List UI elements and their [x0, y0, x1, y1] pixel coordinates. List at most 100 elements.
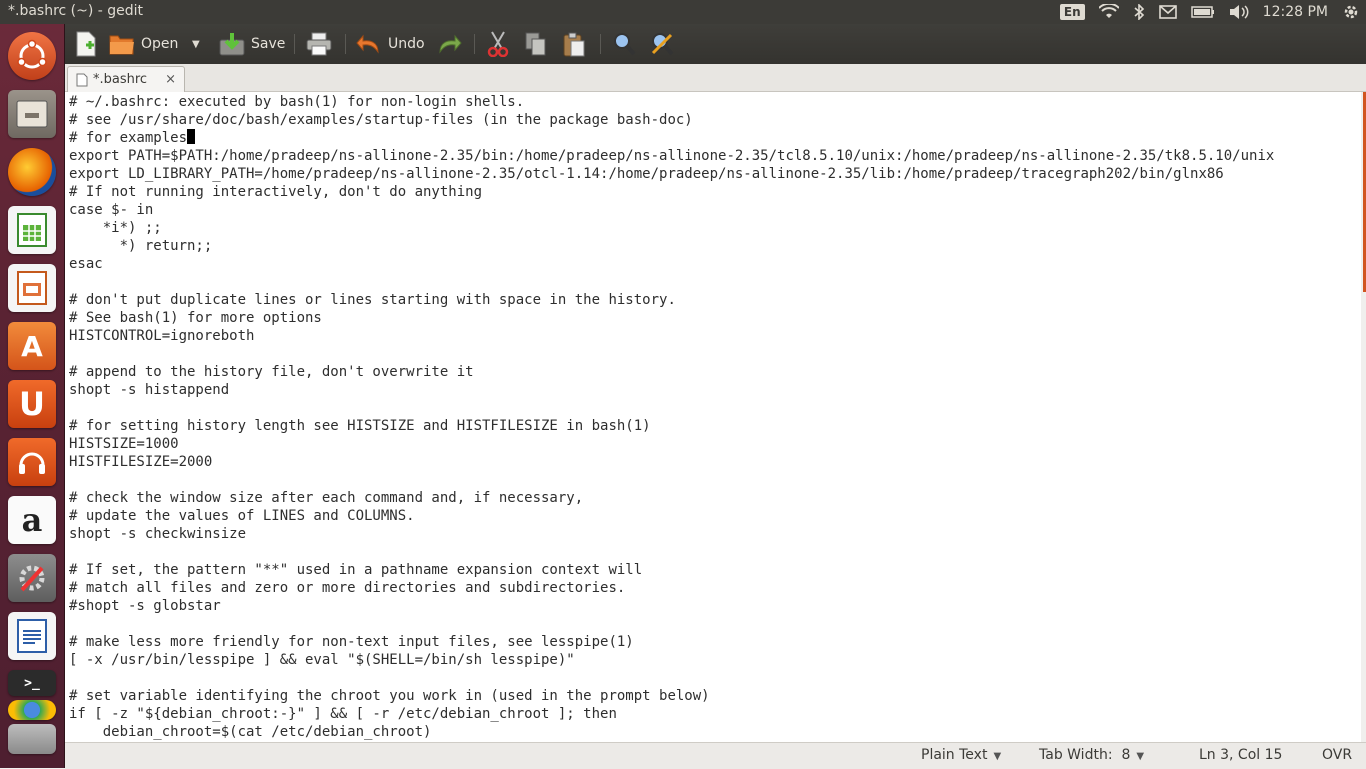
redo-icon — [439, 34, 462, 54]
code-line: HISTCONTROL=ignoreboth — [69, 328, 255, 344]
ubuntu-one-music-launcher-icon[interactable] — [8, 438, 56, 486]
editor-text[interactable]: # ~/.bashrc: executed by bash(1) for non… — [69, 93, 1274, 741]
keyboard-layout-indicator[interactable]: En — [1059, 0, 1085, 24]
new-document-button[interactable] — [75, 30, 97, 58]
bluetooth-icon[interactable] — [1133, 0, 1145, 24]
terminal-launcher-icon[interactable]: >_ — [8, 670, 56, 696]
code-line: # match all files and zero or more direc… — [69, 580, 626, 596]
tab-label: *.bashrc — [93, 72, 148, 87]
scissors-icon — [487, 31, 509, 57]
clock[interactable]: 12:28 PM — [1263, 0, 1328, 24]
language-selector[interactable]: Plain Text ▼ — [921, 747, 1001, 763]
firefox-launcher-icon[interactable] — [8, 148, 56, 196]
status-bar: Plain Text ▼ Tab Width: 8 ▼ Ln 3, Col 15 O… — [65, 742, 1366, 769]
code-line: HISTSIZE=1000 — [69, 436, 179, 452]
insert-mode[interactable]: OVR — [1322, 747, 1352, 763]
new-document-icon — [76, 31, 96, 57]
toolbar-separator — [345, 34, 346, 54]
code-line: *i*) ;; — [69, 220, 162, 236]
window-title: *.bashrc (~) - gedit — [8, 3, 144, 19]
code-line: # ~/.bashrc: executed by bash(1) for non… — [69, 94, 525, 110]
code-line: esac — [69, 256, 103, 272]
code-line: # for setting history length see HISTSIZ… — [69, 418, 651, 434]
chevron-down-icon: ▼ — [993, 751, 1002, 762]
code-line: shopt -s histappend — [69, 382, 230, 398]
print-icon — [306, 32, 332, 56]
calc-launcher-icon[interactable] — [8, 206, 56, 254]
code-line: HISTFILESIZE=2000 — [69, 454, 213, 470]
tab-bar: *.bashrc × — [65, 64, 1366, 92]
gear-icon[interactable] — [1342, 0, 1360, 24]
find-replace-icon — [651, 33, 674, 56]
undo-label: Undo — [388, 36, 425, 52]
dash-home-button[interactable] — [8, 32, 56, 80]
code-line: shopt -s checkwinsize — [69, 526, 247, 542]
keyboard-layout-label: En — [1059, 4, 1085, 20]
software-center-launcher-icon[interactable]: A — [8, 322, 56, 370]
text-editor[interactable]: # ~/.bashrc: executed by bash(1) for non… — [65, 92, 1361, 742]
tab-width-label: Tab Width: 8 — [1039, 747, 1131, 763]
cursor-position: Ln 3, Col 15 — [1199, 747, 1283, 763]
code-line: #shopt -s globstar — [69, 598, 221, 614]
tab-width-selector[interactable]: Tab Width: 8 ▼ — [1039, 747, 1144, 763]
paste-icon — [563, 32, 585, 57]
toolbar-separator — [474, 34, 475, 54]
code-line: case $- in — [69, 202, 154, 218]
wifi-icon[interactable] — [1098, 0, 1119, 24]
top-panel: *.bashrc (~) - gedit En 12:28 PM — [0, 0, 1366, 24]
toolbar-separator — [294, 34, 295, 54]
code-line: # If not running interactively, don't do… — [69, 184, 483, 200]
code-line: export LD_LIBRARY_PATH=/home/pradeep/ns-… — [69, 166, 1224, 182]
paste-button[interactable] — [562, 30, 586, 58]
impress-launcher-icon[interactable] — [8, 264, 56, 312]
redo-button[interactable] — [436, 30, 462, 58]
toolbar: Open ▼ Save Undo — [65, 24, 1366, 64]
close-icon[interactable]: × — [165, 72, 176, 87]
code-line: [ -x /usr/bin/lesspipe ] && eval "$(SHEL… — [69, 652, 575, 668]
code-line: # don't put duplicate lines or lines sta… — [69, 292, 676, 308]
volume-icon[interactable] — [1229, 0, 1249, 24]
find-replace-button[interactable] — [650, 30, 674, 58]
battery-icon[interactable] — [1190, 0, 1215, 24]
code-line: # see /usr/share/doc/bash/examples/start… — [69, 112, 693, 128]
open-recent-dropdown[interactable]: ▼ — [192, 30, 200, 58]
code-line: # append to the history file, don't over… — [69, 364, 474, 380]
chromium-launcher-icon[interactable] — [8, 700, 56, 720]
code-line: # set variable identifying the chroot yo… — [69, 688, 710, 704]
toolbar-separator — [600, 34, 601, 54]
code-line: # update the values of LINES and COLUMNS… — [69, 508, 415, 524]
undo-button[interactable]: Undo — [356, 30, 425, 58]
code-line: # check the window size after each comma… — [69, 490, 584, 506]
vertical-scrollbar[interactable] — [1361, 92, 1366, 742]
amazon-launcher-icon[interactable]: a — [8, 496, 56, 544]
save-label: Save — [251, 36, 286, 52]
print-button[interactable] — [306, 30, 332, 58]
copy-button[interactable] — [524, 30, 548, 58]
ubuntu-one-launcher-icon[interactable]: U — [8, 380, 56, 428]
system-settings-launcher-icon[interactable] — [8, 554, 56, 602]
files-launcher-icon[interactable] — [8, 90, 56, 138]
code-line: debian_chroot=$(cat /etc/debian_chroot) — [69, 724, 432, 740]
tab-bashrc[interactable]: *.bashrc × — [67, 66, 185, 92]
workspace-switcher-icon[interactable] — [8, 724, 56, 754]
launcher: A U a >_ — [0, 24, 65, 768]
chevron-down-icon: ▼ — [192, 38, 200, 50]
code-line: # make less more friendly for non-text i… — [69, 634, 634, 650]
search-icon — [614, 33, 636, 56]
open-button[interactable]: Open — [109, 30, 178, 58]
document-icon — [76, 73, 88, 86]
indicator-area: En 12:28 PM — [1059, 0, 1360, 24]
language-label: Plain Text — [921, 747, 988, 763]
save-icon — [219, 33, 245, 56]
mail-icon[interactable] — [1158, 0, 1177, 24]
code-line: export PATH=$PATH:/home/pradeep/ns-allin… — [69, 148, 1275, 164]
cut-button[interactable] — [486, 30, 510, 58]
save-button[interactable]: Save — [219, 30, 285, 58]
writer-launcher-icon[interactable] — [8, 612, 56, 660]
code-line: # See bash(1) for more options — [69, 310, 322, 326]
chevron-down-icon: ▼ — [1136, 751, 1145, 762]
find-button[interactable] — [612, 30, 636, 58]
code-line: # for examples — [69, 130, 188, 146]
code-line: # If set, the pattern "**" used in a pat… — [69, 562, 643, 578]
open-label: Open — [141, 36, 179, 52]
